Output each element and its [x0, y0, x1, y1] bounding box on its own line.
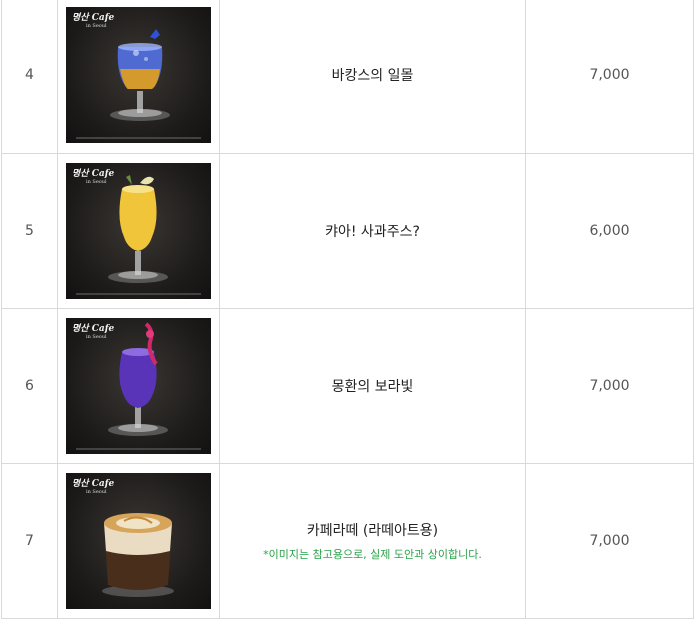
item-price: 7,000 [525, 308, 694, 464]
logo-text: 명산 Cafe [72, 13, 115, 23]
item-number: 6 [1, 308, 58, 464]
photo-disclaimer-line [76, 137, 201, 139]
item-name-cell: 캬아! 사과주스? [219, 153, 526, 309]
item-image-cell: 명산 Cafe in Seoul [57, 308, 220, 464]
item-note: *이미지는 참고용으로, 실제 도안과 상이합니다. [263, 548, 482, 561]
drink-photo: 명산 Cafe in Seoul [66, 7, 211, 143]
item-name: 몽환의 보라빛 [331, 379, 414, 395]
table-row: 7 명산 Cafe in Seoul 카페라떼 (라떼아트용) *이미지는 참고… [1, 463, 694, 619]
table-row: 4 명산 Cafe in Seoul 바캉스의 일몰 7,000 [1, 0, 694, 154]
item-image-cell: 명산 Cafe in Seoul [57, 0, 220, 154]
table-row: 6 명산 Cafe in Seoul 몽환의 보라빛 7,000 [1, 308, 694, 464]
item-number: 4 [1, 0, 58, 154]
item-price: 6,000 [525, 153, 694, 309]
table-row: 5 명산 Cafe in Seoul 캬아! 사과주스? 6,000 [1, 153, 694, 309]
item-name: 바캉스의 일몰 [331, 68, 414, 84]
cafe-logo: 명산 Cafe in Seoul [72, 169, 114, 185]
drink-photo: 명산 Cafe in Seoul [66, 318, 211, 454]
item-name-cell: 바캉스의 일몰 [219, 0, 526, 154]
logo-subtext: in Seoul [86, 489, 107, 495]
drink-photo: 명산 Cafe in Seoul [66, 473, 211, 609]
logo-text: 명산 Cafe [72, 324, 115, 334]
item-name: 카페라떼 (라떼아트용) [306, 523, 439, 539]
item-number: 7 [1, 463, 58, 619]
item-name: 캬아! 사과주스? [325, 224, 420, 240]
item-number: 5 [1, 153, 58, 309]
cafe-logo: 명산 Cafe in Seoul [72, 479, 114, 495]
cafe-logo: 명산 Cafe in Seoul [72, 13, 114, 29]
photo-disclaimer-line [76, 293, 201, 295]
item-price: 7,000 [525, 0, 694, 154]
cafe-logo: 명산 Cafe in Seoul [72, 324, 114, 340]
logo-subtext: in Seoul [86, 23, 107, 29]
item-image-cell: 명산 Cafe in Seoul [57, 153, 220, 309]
item-image-cell: 명산 Cafe in Seoul [57, 463, 220, 619]
logo-text: 명산 Cafe [72, 479, 115, 489]
logo-subtext: in Seoul [86, 179, 107, 185]
logo-subtext: in Seoul [86, 334, 107, 340]
drink-photo: 명산 Cafe in Seoul [66, 163, 211, 299]
item-name-cell: 카페라떼 (라떼아트용) *이미지는 참고용으로, 실제 도안과 상이합니다. [219, 463, 526, 619]
menu-table: 4 명산 Cafe in Seoul 바캉스의 일몰 7,000 5 명산 Ca… [1, 0, 694, 619]
item-name-cell: 몽환의 보라빛 [219, 308, 526, 464]
logo-text: 명산 Cafe [72, 169, 115, 179]
item-price: 7,000 [525, 463, 694, 619]
photo-disclaimer-line [76, 448, 201, 450]
